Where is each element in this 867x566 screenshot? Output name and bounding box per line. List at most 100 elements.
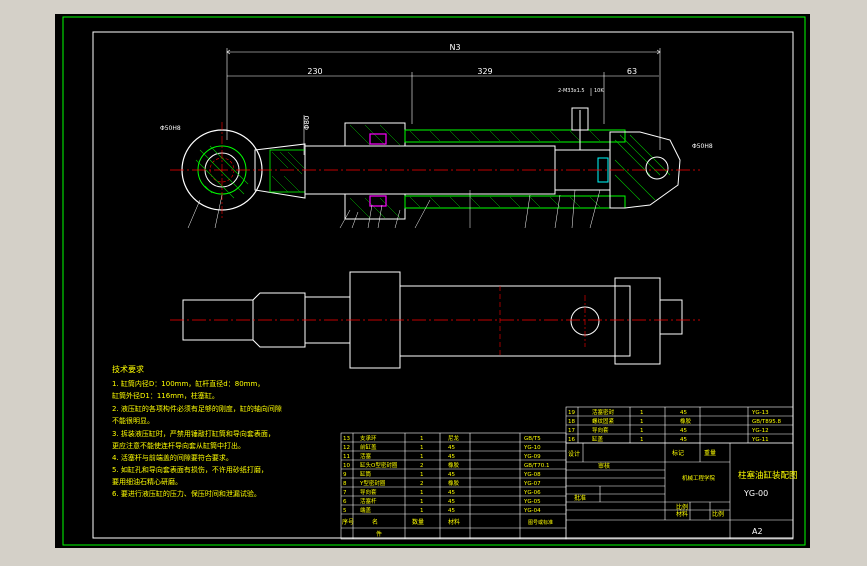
- part-cell-no: 11: [343, 454, 350, 460]
- part-cell-name: 活塞杆: [360, 497, 377, 505]
- part-cell-no: 9: [343, 472, 347, 478]
- tech-line: 1. 缸筒内径D：100mm，缸杆直径d：80mm，: [112, 379, 264, 388]
- bom-header-no: 序号: [342, 518, 354, 526]
- part-cell-name: 活塞: [360, 452, 372, 460]
- part-cell-code: YG-11: [751, 437, 769, 443]
- dim-eye-left: Φ50H8: [160, 125, 181, 132]
- part-cell-material: 45: [448, 472, 455, 478]
- part-cell-material: 45: [448, 445, 455, 451]
- tech-line: 更应注意不能使连杆导向套从缸筒中打出。: [112, 441, 245, 450]
- part-cell-qty: 1: [420, 490, 424, 496]
- part-cell-qty: 1: [420, 508, 424, 514]
- tb-material: 材料: [676, 510, 688, 518]
- part-cell-material: 45: [448, 508, 455, 514]
- part-cell-name: 螺纹固紧: [592, 417, 615, 425]
- part-cell-name: 缸筒: [360, 470, 372, 478]
- part-cell-name: 导向套: [360, 488, 377, 496]
- part-cell-material: 45: [448, 490, 455, 496]
- part-cell-code: YG-12: [751, 428, 769, 434]
- part-cell-name: 缸盖: [592, 435, 604, 443]
- part-cell-code: YG-07: [523, 481, 541, 487]
- part-cell-qty: 1: [640, 437, 644, 443]
- tech-line: 缸筒外径D1：116mm，柱塞缸。: [112, 391, 219, 400]
- bom-header-material: 材料: [448, 518, 460, 526]
- part-cell-material: 45: [680, 428, 687, 434]
- part-cell-code: YG-13: [751, 410, 769, 416]
- part-cell-name: 端盖: [360, 506, 372, 514]
- tech-line: 6. 要进行液压缸的压力、保压时间和泄漏试验。: [112, 489, 261, 498]
- part-cell-name: 支承环: [360, 434, 377, 442]
- dim-right: 63: [627, 67, 637, 76]
- part-cell-name: 活塞密封: [592, 408, 615, 416]
- part-cell-code: YG-06: [523, 490, 541, 496]
- tb-sheet-size: A2: [752, 527, 763, 536]
- tb-title: 柱塞油缸装配图: [738, 470, 798, 481]
- cad-drawing-viewport[interactable]: N3 230 329 63 Φ80 Φ50H8 Φ50H8 2-M33x1.5 …: [0, 0, 867, 562]
- tb-mark: 标记: [672, 449, 684, 457]
- part-cell-name: 缸头O型密封圈: [360, 461, 398, 469]
- part-cell-qty: 1: [420, 499, 424, 505]
- tb-designer: 设计: [568, 450, 580, 458]
- part-cell-material: 45: [448, 499, 455, 505]
- part-cell-material: 45: [680, 437, 687, 443]
- part-cell-no: 18: [568, 419, 575, 425]
- tb-approve: 批准: [574, 494, 586, 502]
- tech-line: 4. 活塞杆与前端盖的间隙要符合要求。: [112, 453, 233, 462]
- part-cell-code: GB/T5: [524, 436, 541, 442]
- part-cell-qty: 1: [640, 419, 644, 425]
- part-cell-material: 尼龙: [448, 434, 460, 442]
- part-cell-material: 橡胶: [448, 461, 460, 469]
- bom-header-name: 名: [372, 518, 378, 526]
- part-cell-no: 12: [343, 445, 350, 451]
- part-cell-no: 8: [343, 481, 347, 487]
- part-cell-code: GB/T70.1: [524, 463, 550, 469]
- part-cell-no: 19: [568, 410, 575, 416]
- part-cell-name: Y型密封圈: [359, 479, 386, 487]
- tb-ratio: 比例: [712, 510, 724, 518]
- bom-footer: 件: [376, 530, 382, 538]
- tech-line: 2. 液压缸的各项构件必须有足够的刚度，缸的轴向间隙: [112, 404, 282, 413]
- part-cell-no: 6: [343, 499, 347, 505]
- part-cell-qty: 2: [420, 481, 424, 487]
- tb-weight: 重量: [704, 449, 716, 457]
- dim-eye-right: Φ50H8: [692, 143, 713, 150]
- tech-title: 技术要求: [112, 364, 144, 374]
- part-cell-qty: 1: [420, 472, 424, 478]
- part-cell-no: 5: [343, 508, 347, 514]
- part-cell-material: 橡胶: [680, 417, 692, 425]
- part-cell-code: GB/T895.8: [752, 419, 781, 425]
- part-cell-no: 10: [343, 463, 350, 469]
- part-cell-code: YG-05: [523, 499, 541, 505]
- part-cell-qty: 1: [420, 445, 424, 451]
- bom-header-qty: 数量: [412, 518, 424, 526]
- part-cell-code: YG-04: [523, 508, 541, 514]
- tech-line: 5. 如缸孔和导向套表面有损伤，不许用砂纸打磨，: [112, 465, 268, 474]
- part-cell-code: YG-10: [523, 445, 541, 451]
- part-cell-code: YG-09: [523, 454, 541, 460]
- part-cell-qty: 1: [420, 436, 424, 442]
- dim-overall: N3: [449, 43, 460, 52]
- part-cell-qty: 1: [640, 410, 644, 416]
- part-cell-no: 17: [568, 428, 575, 434]
- dim-mid: 329: [477, 67, 492, 76]
- part-cell-qty: 1: [420, 454, 424, 460]
- bom-header-code: 图号或标准: [528, 519, 553, 526]
- dim-thread: 2-M33x1.5: [558, 88, 585, 94]
- part-cell-qty: 1: [640, 428, 644, 434]
- tech-line: 要用细油石精心研磨。: [112, 477, 182, 486]
- part-cell-no: 7: [343, 490, 347, 496]
- hydraulic-cylinder-drawing: N3 230 329 63 Φ80 Φ50H8 Φ50H8 2-M33x1.5 …: [55, 14, 810, 548]
- tb-scale: 比例: [676, 503, 688, 511]
- part-cell-material: 45: [448, 454, 455, 460]
- part-cell-name: 导向套: [592, 426, 609, 434]
- tb-check: 审核: [598, 462, 610, 470]
- part-cell-no: 13: [343, 436, 350, 442]
- tech-line: 不能很明显。: [112, 416, 154, 425]
- part-cell-code: YG-08: [523, 472, 541, 478]
- part-cell-material: 橡胶: [448, 479, 460, 487]
- tb-school: 机械工程学院: [682, 474, 716, 482]
- part-cell-material: 45: [680, 410, 687, 416]
- dim-left: 230: [307, 67, 322, 76]
- part-cell-qty: 2: [420, 463, 424, 469]
- part-cell-no: 16: [568, 437, 575, 443]
